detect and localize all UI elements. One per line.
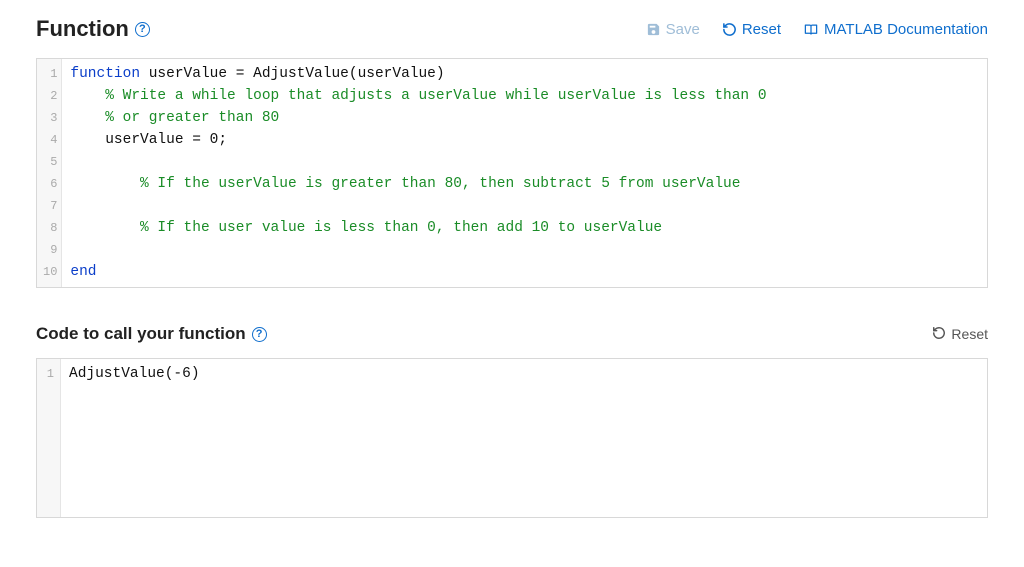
section-title: Function: [36, 16, 129, 42]
code-line[interactable]: userValue = 0;: [70, 129, 979, 151]
help-icon[interactable]: ?: [252, 327, 267, 342]
save-button[interactable]: Save: [646, 21, 700, 38]
line-number: 7: [43, 195, 57, 217]
line-number: 6: [43, 173, 57, 195]
code-area[interactable]: AdjustValue(-6): [61, 359, 987, 517]
line-gutter: 12345678910: [37, 59, 62, 287]
code-line[interactable]: [70, 151, 979, 173]
line-number: 8: [43, 217, 57, 239]
code-line[interactable]: % or greater than 80: [70, 107, 979, 129]
line-number: 5: [43, 151, 57, 173]
reset-label: Reset: [742, 21, 781, 38]
book-icon: [803, 22, 819, 37]
line-number: 3: [43, 107, 57, 129]
function-editor[interactable]: 12345678910 function userValue = AdjustV…: [36, 58, 988, 288]
code-line[interactable]: [70, 239, 979, 261]
save-label: Save: [666, 21, 700, 38]
code-line[interactable]: end: [70, 261, 979, 283]
caller-title-group: Code to call your function ?: [36, 324, 267, 344]
reset-icon: [722, 22, 737, 37]
code-line[interactable]: [70, 195, 979, 217]
code-line[interactable]: function userValue = AdjustValue(userVal…: [70, 63, 979, 85]
line-number: 4: [43, 129, 57, 151]
help-icon[interactable]: ?: [135, 22, 150, 37]
toolbar: Save Reset MATLAB Documentation: [646, 21, 988, 38]
code-area[interactable]: function userValue = AdjustValue(userVal…: [62, 59, 987, 287]
docs-button[interactable]: MATLAB Documentation: [803, 21, 988, 38]
line-number: 1: [43, 63, 57, 85]
line-number: 9: [43, 239, 57, 261]
title-group: Function ?: [36, 16, 150, 42]
function-header: Function ? Save Reset MATLAB Documentati…: [36, 16, 988, 42]
line-number: 2: [43, 85, 57, 107]
line-number: 1: [43, 363, 54, 385]
code-line[interactable]: % Write a while loop that adjusts a user…: [70, 85, 979, 107]
reset-button[interactable]: Reset: [722, 21, 781, 38]
caller-title: Code to call your function: [36, 324, 246, 344]
code-line[interactable]: % If the userValue is greater than 80, t…: [70, 173, 979, 195]
docs-label: MATLAB Documentation: [824, 21, 988, 38]
caller-header: Code to call your function ? Reset: [36, 324, 988, 344]
line-gutter: 1: [37, 359, 61, 517]
code-line[interactable]: AdjustValue(-6): [69, 363, 979, 385]
caller-editor[interactable]: 1 AdjustValue(-6): [36, 358, 988, 518]
save-icon: [646, 22, 661, 37]
caller-reset-button[interactable]: Reset: [932, 326, 988, 343]
line-number: 10: [43, 261, 57, 283]
code-line[interactable]: % If the user value is less than 0, then…: [70, 217, 979, 239]
reset-icon: [932, 326, 946, 343]
caller-reset-label: Reset: [951, 326, 988, 342]
